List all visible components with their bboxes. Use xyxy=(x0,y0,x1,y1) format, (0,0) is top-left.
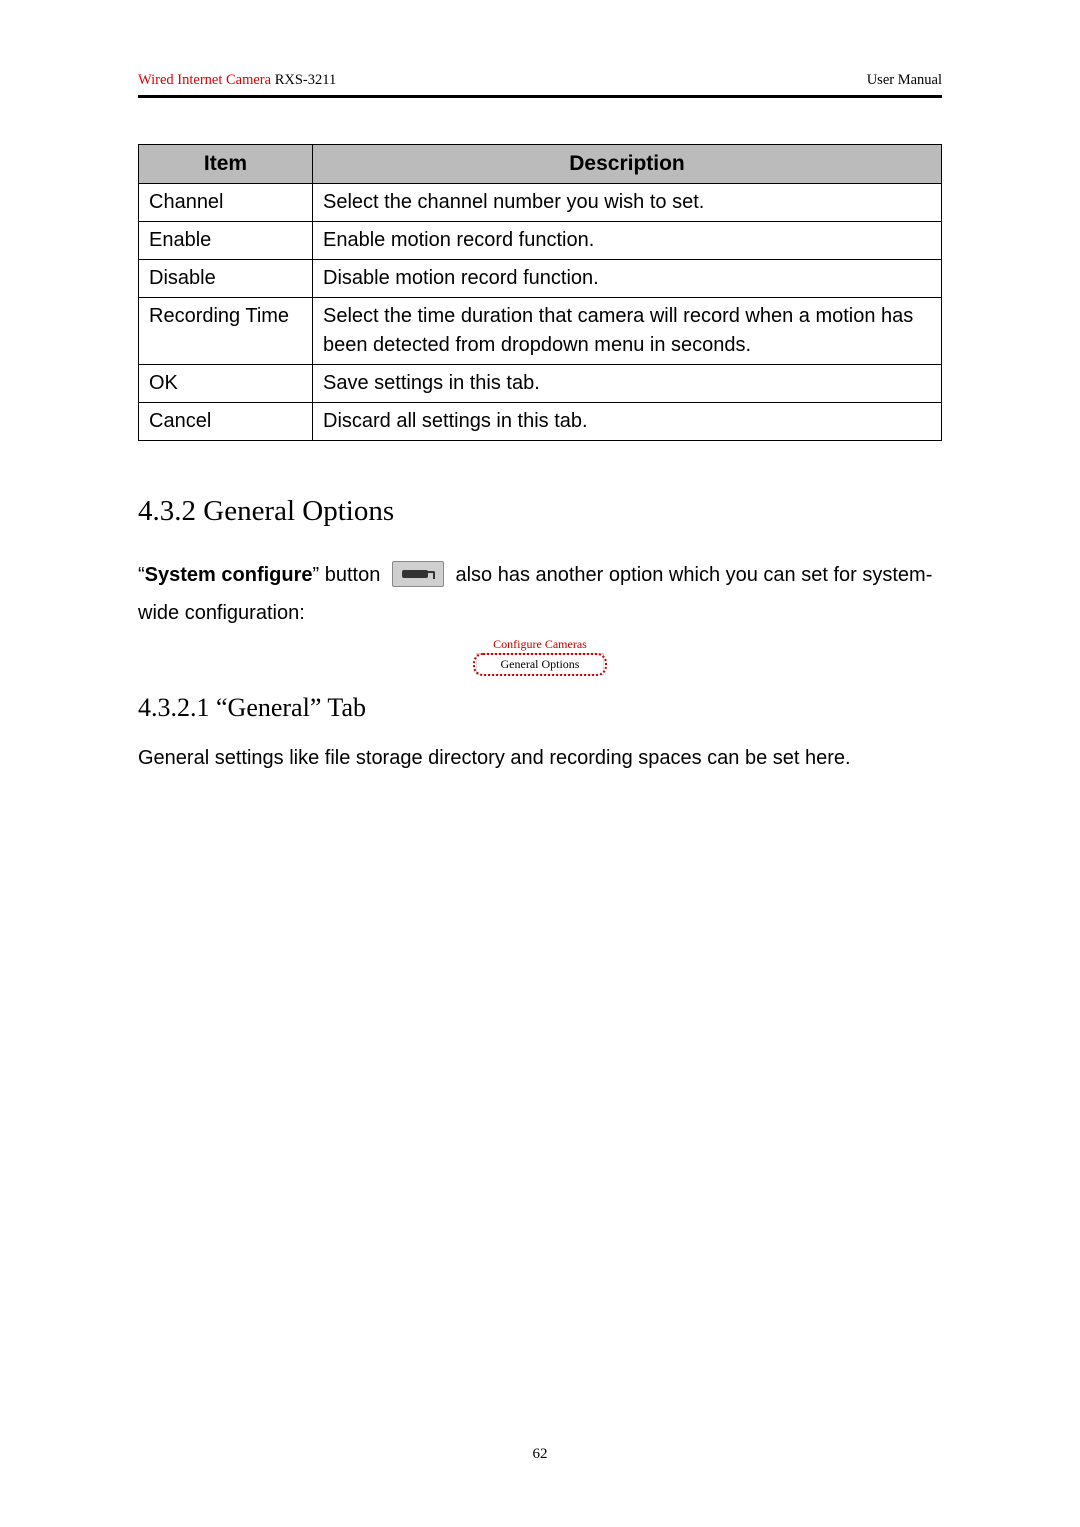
after-bold-text: ” button xyxy=(313,564,386,586)
bold-system-configure: System configure xyxy=(145,564,313,586)
table-row: Enable Enable motion record function. xyxy=(139,222,942,260)
page-header: Wired Internet Camera RXS-3211 User Manu… xyxy=(138,72,942,95)
table-cell-item: OK xyxy=(139,365,313,403)
table-row: Channel Select the channel number you wi… xyxy=(139,184,942,222)
open-quote: “ xyxy=(138,564,145,586)
table-cell-desc: Enable motion record function. xyxy=(313,222,942,260)
header-divider xyxy=(138,95,942,98)
table-header-row: Item Description xyxy=(139,145,942,184)
settings-table: Item Description Channel Select the chan… xyxy=(138,144,942,441)
header-left: Wired Internet Camera RXS-3211 xyxy=(138,72,336,89)
table-row: OK Save settings in this tab. xyxy=(139,365,942,403)
table-cell-item: Cancel xyxy=(139,403,313,441)
menu-item-general-options-label: General Options xyxy=(501,657,580,671)
table-cell-desc: Select the time duration that camera wil… xyxy=(313,298,942,365)
table-row: Disable Disable motion record function. xyxy=(139,260,942,298)
header-model: RXS-3211 xyxy=(271,72,336,88)
table-cell-item: Recording Time xyxy=(139,298,313,365)
table-cell-item: Enable xyxy=(139,222,313,260)
context-menu-image: Configure Cameras General Options xyxy=(476,636,604,675)
table-cell-desc: Save settings in this tab. xyxy=(313,365,942,403)
section-heading: 4.3.2 General Options xyxy=(138,495,942,528)
system-configure-button-icon xyxy=(392,561,444,587)
subsection-paragraph: General settings like file storage direc… xyxy=(138,739,942,777)
section-paragraph: “System configure” button also has anoth… xyxy=(138,556,942,632)
page-number: 62 xyxy=(0,1446,1080,1463)
header-product-name: Wired Internet Camera xyxy=(138,72,271,88)
subsection-heading: 4.3.2.1 “General” Tab xyxy=(138,693,942,723)
menu-item-configure-cameras: Configure Cameras xyxy=(476,636,604,654)
menu-item-general-options: General Options xyxy=(476,654,604,675)
table-row: Cancel Discard all settings in this tab. xyxy=(139,403,942,441)
header-right: User Manual xyxy=(867,72,942,89)
table-cell-desc: Discard all settings in this tab. xyxy=(313,403,942,441)
table-row: Recording Time Select the time duration … xyxy=(139,298,942,365)
table-cell-item: Channel xyxy=(139,184,313,222)
table-header-description: Description xyxy=(313,145,942,184)
table-cell-desc: Select the channel number you wish to se… xyxy=(313,184,942,222)
table-cell-item: Disable xyxy=(139,260,313,298)
table-cell-desc: Disable motion record function. xyxy=(313,260,942,298)
table-header-item: Item xyxy=(139,145,313,184)
